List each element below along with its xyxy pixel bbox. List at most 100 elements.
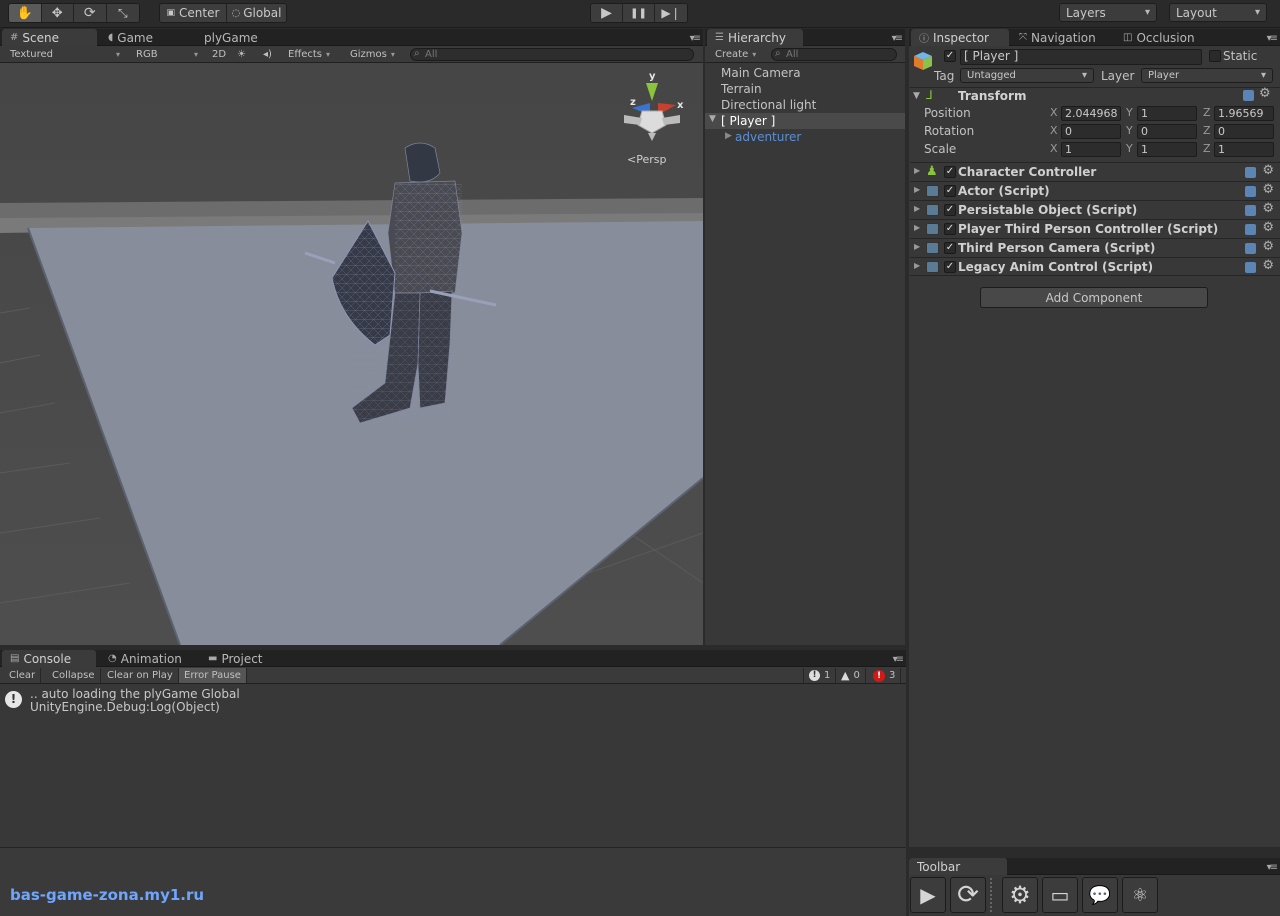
- gear-icon[interactable]: ⚙: [1262, 201, 1274, 216]
- toolbar-panel-menu-icon[interactable]: ▾≡: [1267, 862, 1278, 873]
- move-tool-button[interactable]: ✥: [41, 4, 74, 22]
- gear-icon[interactable]: ⚙: [1262, 239, 1274, 254]
- 2d-toggle[interactable]: 2D: [208, 47, 230, 62]
- component-enabled-checkbox[interactable]: ✓: [944, 223, 956, 235]
- play-button[interactable]: ▶: [591, 4, 624, 22]
- hand-tool-button[interactable]: ✋: [9, 4, 42, 22]
- console-menu-icon[interactable]: ▾≡: [893, 654, 904, 665]
- warning-filter-toggle[interactable]: ▲ 0: [836, 668, 866, 683]
- help-book-icon[interactable]: [1245, 205, 1256, 216]
- help-book-icon[interactable]: [1245, 262, 1256, 273]
- tab-console[interactable]: ▤ Console: [2, 650, 96, 667]
- rotation-x-field[interactable]: 0: [1061, 124, 1121, 139]
- info-filter-toggle[interactable]: ! 1: [803, 668, 837, 683]
- tab-inspector[interactable]: ⓘ Inspector: [911, 29, 1009, 46]
- hierarchy-item-directional-light[interactable]: Directional light: [721, 97, 816, 113]
- expand-triangle-icon[interactable]: ▶: [914, 242, 920, 251]
- expand-triangle-icon[interactable]: ▶: [914, 185, 920, 194]
- component-player-third-person-controller-script[interactable]: ▶ ✓ Player Third Person Controller (Scri…: [910, 219, 1280, 238]
- rotate-tool-button[interactable]: ⟳: [74, 4, 107, 22]
- hierarchy-item-main-camera[interactable]: Main Camera: [721, 65, 801, 81]
- rotation-y-field[interactable]: 0: [1137, 124, 1197, 139]
- position-x-field[interactable]: 2.044968: [1061, 106, 1121, 121]
- scene-search-input[interactable]: All: [410, 48, 694, 61]
- tab-hierarchy[interactable]: ☰ Hierarchy: [707, 29, 803, 46]
- settings-tool-button[interactable]: ⚙: [1002, 877, 1038, 913]
- component-enabled-checkbox[interactable]: ✓: [944, 242, 956, 254]
- component-actor-script[interactable]: ▶ ✓ Actor (Script) ⚙: [910, 181, 1280, 200]
- pivot-center-button[interactable]: ▣ Center: [160, 4, 227, 22]
- effects-dropdown[interactable]: Effects: [284, 47, 334, 62]
- layer-dropdown[interactable]: Player: [1141, 68, 1273, 83]
- component-enabled-checkbox[interactable]: ✓: [944, 185, 956, 197]
- component-persistable-object-script[interactable]: ▶ ✓ Persistable Object (Script) ⚙: [910, 200, 1280, 219]
- collapse-button[interactable]: Collapse: [47, 668, 101, 683]
- tab-project[interactable]: ▬ Project: [200, 650, 271, 667]
- refresh-tool-button[interactable]: ⟳: [950, 877, 986, 913]
- help-book-icon[interactable]: [1243, 90, 1254, 101]
- render-mode-dropdown[interactable]: RGB: [132, 47, 202, 62]
- tab-animation[interactable]: ◔ Animation: [100, 650, 190, 667]
- rotation-z-field[interactable]: 0: [1214, 124, 1274, 139]
- tab-plygame[interactable]: plyGame: [196, 29, 266, 46]
- component-legacy-anim-control-script[interactable]: ▶ ✓ Legacy Anim Control (Script) ⚙: [910, 257, 1280, 276]
- clear-button[interactable]: Clear: [4, 668, 42, 683]
- expand-triangle-icon[interactable]: ▶: [914, 223, 920, 232]
- add-component-button[interactable]: Add Component: [980, 287, 1208, 308]
- hierarchy-item-terrain[interactable]: Terrain: [721, 81, 762, 97]
- scene-viewport[interactable]: y x z <Persp: [0, 63, 703, 645]
- tab-game[interactable]: ◖ Game: [100, 29, 161, 46]
- console-log-entry[interactable]: ! .. auto loading the plyGame Global Uni…: [0, 686, 906, 714]
- scale-y-field[interactable]: 1: [1137, 142, 1197, 157]
- collapse-triangle-icon[interactable]: ▶: [725, 131, 732, 141]
- tab-toolbar[interactable]: Toolbar: [909, 858, 1007, 875]
- gear-icon[interactable]: ⚙: [1262, 220, 1274, 235]
- component-enabled-checkbox[interactable]: ✓: [944, 261, 956, 273]
- help-book-icon[interactable]: [1245, 243, 1256, 254]
- tag-dropdown[interactable]: Untagged: [960, 68, 1094, 83]
- hierarchy-search-input[interactable]: All: [771, 48, 897, 61]
- expand-triangle-icon[interactable]: ▶: [914, 166, 920, 175]
- transform-expand-icon[interactable]: ▼: [913, 91, 920, 101]
- scene-lighting-toggle[interactable]: ☀: [233, 47, 250, 62]
- dialogue-tool-button[interactable]: 💬: [1082, 877, 1118, 913]
- scale-z-field[interactable]: 1: [1214, 142, 1274, 157]
- scale-x-field[interactable]: 1: [1061, 142, 1121, 157]
- active-checkbox[interactable]: ✓: [944, 50, 956, 62]
- hierarchy-selected-row[interactable]: ▼ [ Player ]: [705, 113, 905, 129]
- display-tool-button[interactable]: ▭: [1042, 877, 1078, 913]
- gear-icon[interactable]: ⚙: [1262, 163, 1274, 178]
- node-graph-tool-button[interactable]: ⚛: [1122, 877, 1158, 913]
- projection-label[interactable]: <Persp: [627, 153, 666, 166]
- expand-triangle-icon[interactable]: ▶: [914, 204, 920, 213]
- static-checkbox[interactable]: [1209, 50, 1221, 62]
- layout-dropdown[interactable]: Layout: [1169, 3, 1267, 22]
- layers-dropdown[interactable]: Layers: [1059, 3, 1157, 22]
- component-enabled-checkbox[interactable]: ✓: [944, 204, 956, 216]
- component-enabled-checkbox[interactable]: ✓: [944, 166, 956, 178]
- component-third-person-camera-script[interactable]: ▶ ✓ Third Person Camera (Script) ⚙: [910, 238, 1280, 257]
- tab-scene[interactable]: # Scene: [2, 29, 97, 46]
- expand-triangle-icon[interactable]: ▶: [914, 261, 920, 270]
- position-y-field[interactable]: 1: [1137, 106, 1197, 121]
- tab-occlusion[interactable]: ◫ Occlusion: [1115, 29, 1203, 46]
- tab-navigation[interactable]: ⤧ Navigation: [1011, 29, 1104, 46]
- error-pause-button[interactable]: Error Pause: [179, 668, 247, 683]
- step-button[interactable]: ▶❘: [655, 4, 687, 22]
- scale-tool-button[interactable]: ⤡: [106, 4, 139, 22]
- hierarchy-menu-icon[interactable]: ▾≡: [892, 33, 903, 44]
- gizmos-dropdown[interactable]: Gizmos: [346, 47, 399, 62]
- gear-icon[interactable]: ⚙: [1259, 86, 1271, 101]
- help-book-icon[interactable]: [1245, 224, 1256, 235]
- error-filter-toggle[interactable]: ! 3: [868, 668, 902, 683]
- play-tool-button[interactable]: ▶: [910, 877, 946, 913]
- clear-on-play-button[interactable]: Clear on Play: [102, 668, 179, 683]
- gear-icon[interactable]: ⚙: [1262, 258, 1274, 273]
- scene-audio-toggle[interactable]: ◂): [259, 47, 276, 62]
- component-character-controller[interactable]: ▶ ♟ ✓ Character Controller ⚙: [910, 162, 1280, 181]
- hierarchy-item-adventurer[interactable]: adventurer: [735, 129, 801, 145]
- gear-icon[interactable]: ⚙: [1262, 182, 1274, 197]
- create-dropdown[interactable]: Create: [711, 47, 760, 62]
- panel-menu-icon[interactable]: ▾≡: [690, 33, 701, 44]
- help-book-icon[interactable]: [1245, 186, 1256, 197]
